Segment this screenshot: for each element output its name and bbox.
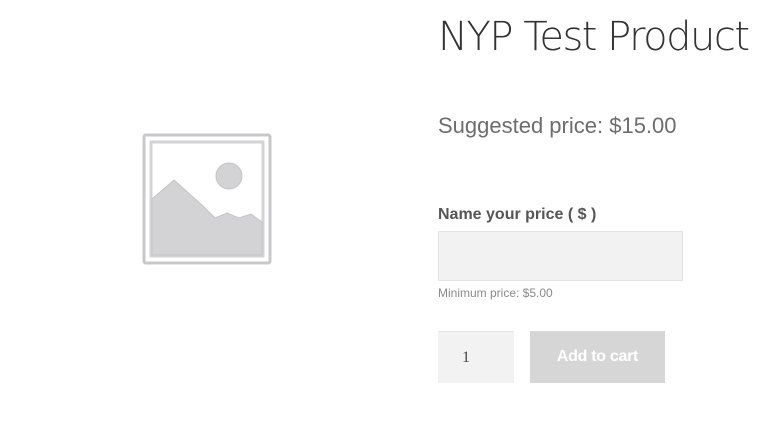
name-your-price-label: Name your price ( $ ) bbox=[438, 206, 597, 223]
minimum-price-note: Minimum price: $5.00 bbox=[438, 286, 553, 300]
name-your-price-input[interactable] bbox=[438, 231, 683, 281]
quantity-input[interactable] bbox=[438, 331, 514, 383]
product-gallery bbox=[0, 0, 412, 425]
image-placeholder-icon bbox=[142, 133, 272, 265]
product-title: NYP Test Product bbox=[438, 14, 750, 60]
add-to-cart-button[interactable]: Add to cart bbox=[530, 331, 665, 383]
suggested-price: Suggested price: $15.00 bbox=[438, 113, 677, 138]
product-page: NYP Test Product Suggested price: $15.00… bbox=[0, 0, 778, 425]
